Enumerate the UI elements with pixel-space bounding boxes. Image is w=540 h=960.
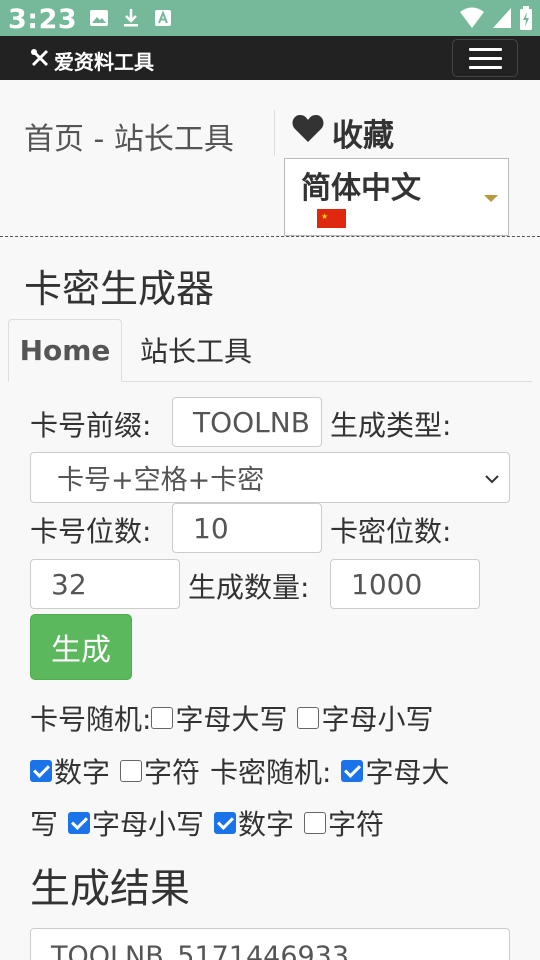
password-length-input[interactable]: 32: [30, 559, 180, 609]
breadcrumb[interactable]: 首页 - 站长工具: [24, 114, 234, 158]
app-bar: 爱资料工具: [0, 36, 540, 80]
result-textarea[interactable]: TOOLNB_5171446933: [30, 928, 510, 960]
menu-toggle-button[interactable]: [452, 39, 518, 77]
signal-icon: [492, 7, 512, 33]
favorite-label: 收藏: [332, 118, 394, 154]
password-digits-label[interactable]: 数字: [238, 803, 294, 843]
tab-webmaster-tools[interactable]: 站长工具: [140, 330, 252, 370]
checkbox-row: 卡号随机: 字母大写 字母小写: [30, 698, 433, 738]
caret-down-icon: [484, 195, 498, 202]
password-symbols-checkbox[interactable]: [304, 812, 327, 834]
favorite-button[interactable]: 收藏: [292, 110, 394, 155]
battery-icon: [520, 6, 532, 34]
app-a-icon: [152, 7, 174, 29]
password-lowercase-label[interactable]: 字母小写: [92, 803, 204, 843]
divider: [0, 236, 540, 237]
card-lowercase-label[interactable]: 字母小写: [321, 698, 433, 738]
page-title: 卡密生成器: [24, 267, 215, 311]
wifi-icon: [460, 7, 484, 33]
site-logo[interactable]: 爱资料工具: [30, 46, 154, 75]
password-uppercase-label-cont[interactable]: 写: [30, 803, 58, 843]
card-length-input[interactable]: 10: [172, 503, 322, 553]
card-uppercase-label[interactable]: 字母大写: [175, 698, 287, 738]
status-time: 3:23: [8, 4, 78, 35]
checkbox-row: 写 字母小写 数字 字符: [30, 803, 384, 843]
result-title: 生成结果: [30, 866, 190, 912]
generate-button[interactable]: 生成: [30, 614, 132, 680]
password-lowercase-checkbox[interactable]: [68, 812, 91, 834]
tab-home[interactable]: Home: [8, 319, 122, 382]
count-label: 生成数量:: [188, 571, 310, 604]
checkbox-row: 数字 字符 卡密随机: 字母大: [30, 751, 449, 791]
password-digits-checkbox[interactable]: [214, 812, 237, 834]
heart-icon: [292, 114, 324, 151]
language-select[interactable]: 简体中文 ★: [284, 158, 509, 236]
card-random-label: 卡号随机:: [30, 703, 152, 736]
download-icon: [120, 7, 142, 29]
tools-icon: [30, 48, 50, 73]
chevron-down-icon: [485, 469, 499, 488]
card-digits-label[interactable]: 数字: [54, 751, 110, 791]
divider: [274, 110, 275, 156]
count-input[interactable]: 1000: [330, 559, 480, 609]
china-flag-icon: ★: [317, 209, 346, 228]
type-select[interactable]: 卡号+空格+卡密: [30, 452, 510, 503]
logo-text: 爱资料工具: [54, 50, 154, 74]
card-symbols-checkbox[interactable]: [120, 760, 143, 782]
prefix-input[interactable]: TOOLNB: [172, 397, 322, 447]
type-label: 生成类型:: [330, 409, 452, 442]
card-symbols-label[interactable]: 字符: [144, 751, 200, 791]
password-symbols-label[interactable]: 字符: [328, 803, 384, 843]
card-length-label: 卡号位数:: [30, 515, 152, 548]
password-random-label: 卡密随机:: [210, 756, 332, 789]
prefix-label: 卡号前缀:: [30, 409, 152, 442]
card-lowercase-checkbox[interactable]: [297, 707, 320, 729]
password-length-label: 卡密位数:: [330, 515, 452, 548]
password-uppercase-checkbox[interactable]: [341, 760, 364, 782]
status-bar: 3:23: [0, 0, 540, 36]
card-uppercase-checkbox[interactable]: [151, 707, 174, 729]
type-select-value: 卡号+空格+卡密: [57, 465, 265, 496]
password-uppercase-label[interactable]: 字母大: [365, 751, 449, 791]
language-label: 简体中文: [301, 171, 421, 206]
card-digits-checkbox[interactable]: [30, 760, 52, 782]
image-icon: [88, 7, 110, 29]
